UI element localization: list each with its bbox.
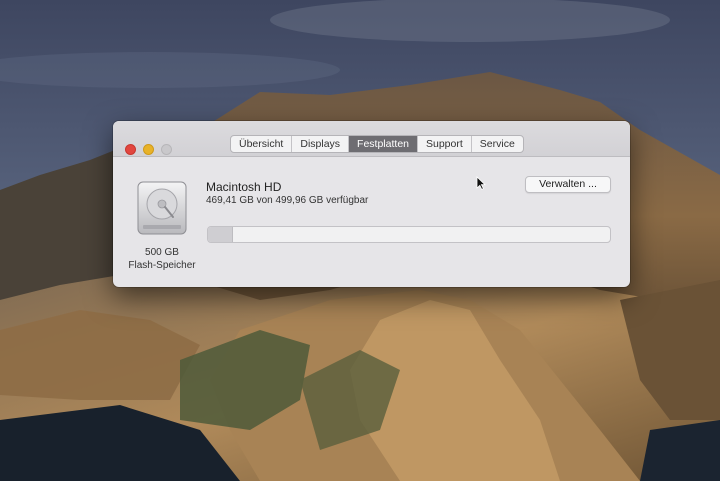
window-titlebar: Übersicht Displays Festplatten Support S… [113,121,630,157]
tab-service[interactable]: Service [472,136,523,152]
hard-drive-icon [137,181,187,235]
storage-panel: 500 GB Flash-Speicher Macintosh HD 469,4… [113,158,630,287]
tab-displays[interactable]: Displays [292,136,350,152]
close-button[interactable] [125,144,136,155]
tab-storage[interactable]: Festplatten [349,136,418,152]
zoom-button[interactable] [161,144,172,155]
volume-usage: 469,41 GB von 499,96 GB verfügbar [206,195,369,206]
disk-capacity: 500 GB Flash-Speicher [121,246,203,272]
mouse-cursor-icon [476,176,486,190]
volume-name: Macintosh HD [206,180,282,194]
minimize-button[interactable] [143,144,154,155]
manage-button[interactable]: Verwalten ... [525,176,611,193]
capacity-type: Flash-Speicher [128,260,196,271]
tab-support[interactable]: Support [418,136,472,152]
storage-usage-bar [207,226,611,243]
tab-bar: Übersicht Displays Festplatten Support S… [230,135,524,153]
storage-used-segment [208,227,233,242]
capacity-size: 500 GB [145,247,179,258]
tab-overview[interactable]: Übersicht [231,136,293,152]
about-this-mac-window: Übersicht Displays Festplatten Support S… [113,121,630,287]
